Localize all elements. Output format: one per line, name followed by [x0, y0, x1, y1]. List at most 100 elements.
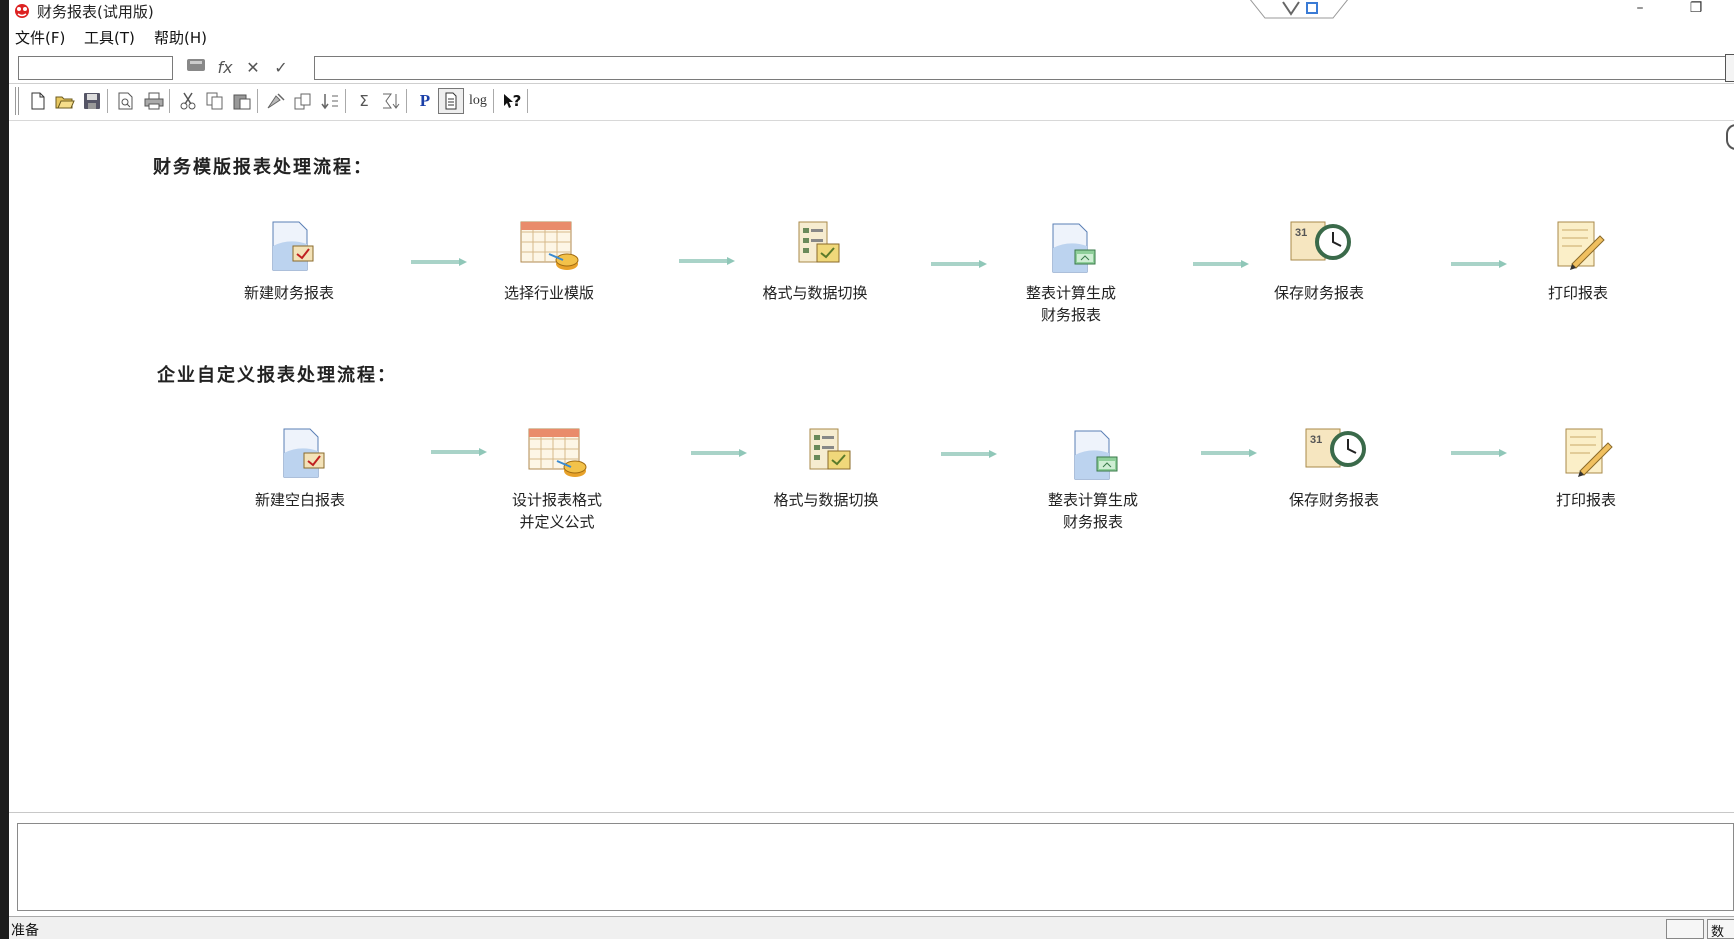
new-report-icon [272, 221, 314, 271]
svg-text:31: 31 [1310, 434, 1322, 446]
save-report-clock-icon: 31 [1305, 428, 1366, 468]
step-format-data-switch[interactable]: 格式与数据切换 [730, 216, 900, 304]
toolbar-separator [406, 89, 408, 113]
flow-arrow [679, 257, 735, 265]
format-data-switch-icon [809, 428, 851, 470]
help-question-mark: ? [512, 92, 522, 110]
main-toolbar: Σ P log ? [9, 84, 1734, 118]
window-left-edge [0, 0, 9, 939]
minimize-button[interactable]: – [1625, 0, 1655, 20]
page-icon[interactable] [438, 88, 464, 114]
format-icon[interactable] [290, 88, 316, 114]
svg-text:31: 31 [1295, 227, 1307, 239]
status-indicator-box [1666, 919, 1704, 939]
flow-arrow [941, 450, 997, 458]
title-bar: 财务报表(试用版) – ❐ [9, 0, 1734, 22]
flow-arrow [1451, 449, 1507, 457]
step-save-financial-report[interactable]: 31 保存财务报表 [1234, 216, 1404, 304]
step-label: 新建空白报表 [254, 491, 345, 509]
toolbar-grip-handle[interactable] [15, 87, 19, 115]
formula-input[interactable] [314, 56, 1726, 80]
step-label: 整表计算生成 财务报表 [1047, 491, 1138, 531]
step-calculate-generate-report-custom[interactable]: 整表计算生成 财务报表 [1008, 423, 1178, 533]
template-select-icon [520, 221, 579, 270]
step-label: 打印报表 [1547, 284, 1608, 302]
step-print-report-custom[interactable]: 打印报表 [1501, 423, 1671, 511]
fx-icon[interactable]: fx [213, 56, 237, 80]
cell-reference-input[interactable] [18, 56, 173, 80]
save-cell-icon[interactable] [184, 56, 208, 80]
step-label: 格式与数据切换 [773, 491, 879, 509]
sum-icon[interactable]: Σ [351, 88, 377, 114]
print-report-icon [1565, 428, 1613, 477]
new-file-icon[interactable] [25, 88, 51, 114]
status-text: 准备 [11, 923, 39, 939]
template-flow-title: 财务模版报表处理流程： [153, 157, 373, 178]
app-logo-icon [15, 4, 29, 18]
output-panel [9, 812, 1734, 916]
workflow-canvas: 财务模版报表处理流程： 新建财务报表 选择行业模版 格式与数据切换 整表计算生成… [9, 120, 1734, 812]
formula-bar: fx ✕ ✓ [9, 52, 1734, 82]
step-label: 整表计算生成 财务报表 [1025, 284, 1116, 324]
paste-icon[interactable] [229, 88, 255, 114]
cut-icon[interactable] [175, 88, 201, 114]
step-label: 选择行业模版 [503, 284, 594, 302]
restore-button[interactable]: ❐ [1681, 0, 1711, 20]
toolbar-separator [169, 89, 171, 113]
flow-arrow [691, 449, 747, 457]
design-format-icon [528, 428, 587, 477]
window-title: 财务报表(试用版) [37, 3, 154, 21]
step-select-industry-template[interactable]: 选择行业模版 [464, 216, 634, 304]
step-new-financial-report[interactable]: 新建财务报表 [204, 216, 374, 304]
open-folder-icon[interactable] [52, 88, 78, 114]
format-data-switch-icon [798, 221, 840, 263]
toolbar-separator [527, 89, 529, 113]
menu-tools[interactable]: 工具(T) [84, 27, 135, 48]
calculate-report-icon [1074, 430, 1118, 480]
menu-help[interactable]: 帮助(H) [154, 27, 207, 48]
calculate-report-icon [1052, 223, 1096, 273]
log-icon[interactable]: log [465, 88, 491, 114]
step-format-data-switch-custom[interactable]: 格式与数据切换 [741, 423, 911, 511]
save-icon[interactable] [79, 88, 105, 114]
menu-file[interactable]: 文件(F) [15, 27, 65, 48]
step-label: 保存财务报表 [1288, 491, 1379, 509]
step-calculate-generate-report[interactable]: 整表计算生成 财务报表 [986, 216, 1156, 326]
p-icon[interactable]: P [412, 88, 438, 114]
step-save-financial-report-custom[interactable]: 31 保存财务报表 [1249, 423, 1419, 511]
print-preview-icon[interactable] [113, 88, 139, 114]
step-label: 新建财务报表 [243, 284, 334, 302]
status-bar: 准备 数字 [9, 916, 1734, 939]
floating-toolbar-widget[interactable] [1247, 0, 1351, 20]
step-label: 设计报表格式 并定义公式 [511, 491, 602, 531]
sum-sort-icon[interactable] [378, 88, 404, 114]
cancel-x-icon[interactable]: ✕ [241, 56, 265, 80]
toolbar-separator [345, 89, 347, 113]
output-textarea[interactable] [17, 823, 1734, 911]
formula-bar-expand-handle[interactable] [1725, 54, 1734, 82]
toolbar-separator [107, 89, 109, 113]
print-report-icon [1557, 221, 1605, 270]
side-panel-handle[interactable] [1726, 124, 1734, 150]
num-lock-indicator: 数字 [1707, 919, 1734, 939]
step-label: 打印报表 [1555, 491, 1616, 509]
toolbar-separator [257, 89, 259, 113]
flow-arrow [411, 258, 467, 266]
flow-arrow [931, 260, 987, 268]
help-pointer-icon[interactable]: ? [499, 88, 525, 114]
sort-icon[interactable] [317, 88, 343, 114]
step-label: 格式与数据切换 [762, 284, 868, 302]
save-report-clock-icon: 31 [1290, 221, 1351, 261]
step-print-report[interactable]: 打印报表 [1493, 216, 1663, 304]
step-design-format-formula[interactable]: 设计报表格式 并定义公式 [472, 423, 642, 533]
step-label: 保存财务报表 [1273, 284, 1364, 302]
custom-flow-title: 企业自定义报表处理流程： [157, 365, 397, 386]
print-icon[interactable] [141, 88, 167, 114]
toolbar-separator [493, 89, 495, 113]
new-blank-report-icon [283, 428, 325, 478]
fill-icon[interactable] [263, 88, 289, 114]
copy-icon[interactable] [202, 88, 228, 114]
menu-bar: 文件(F) 工具(T) 帮助(H) [9, 24, 1734, 50]
confirm-check-icon[interactable]: ✓ [269, 56, 293, 80]
step-new-blank-report[interactable]: 新建空白报表 [215, 423, 385, 511]
